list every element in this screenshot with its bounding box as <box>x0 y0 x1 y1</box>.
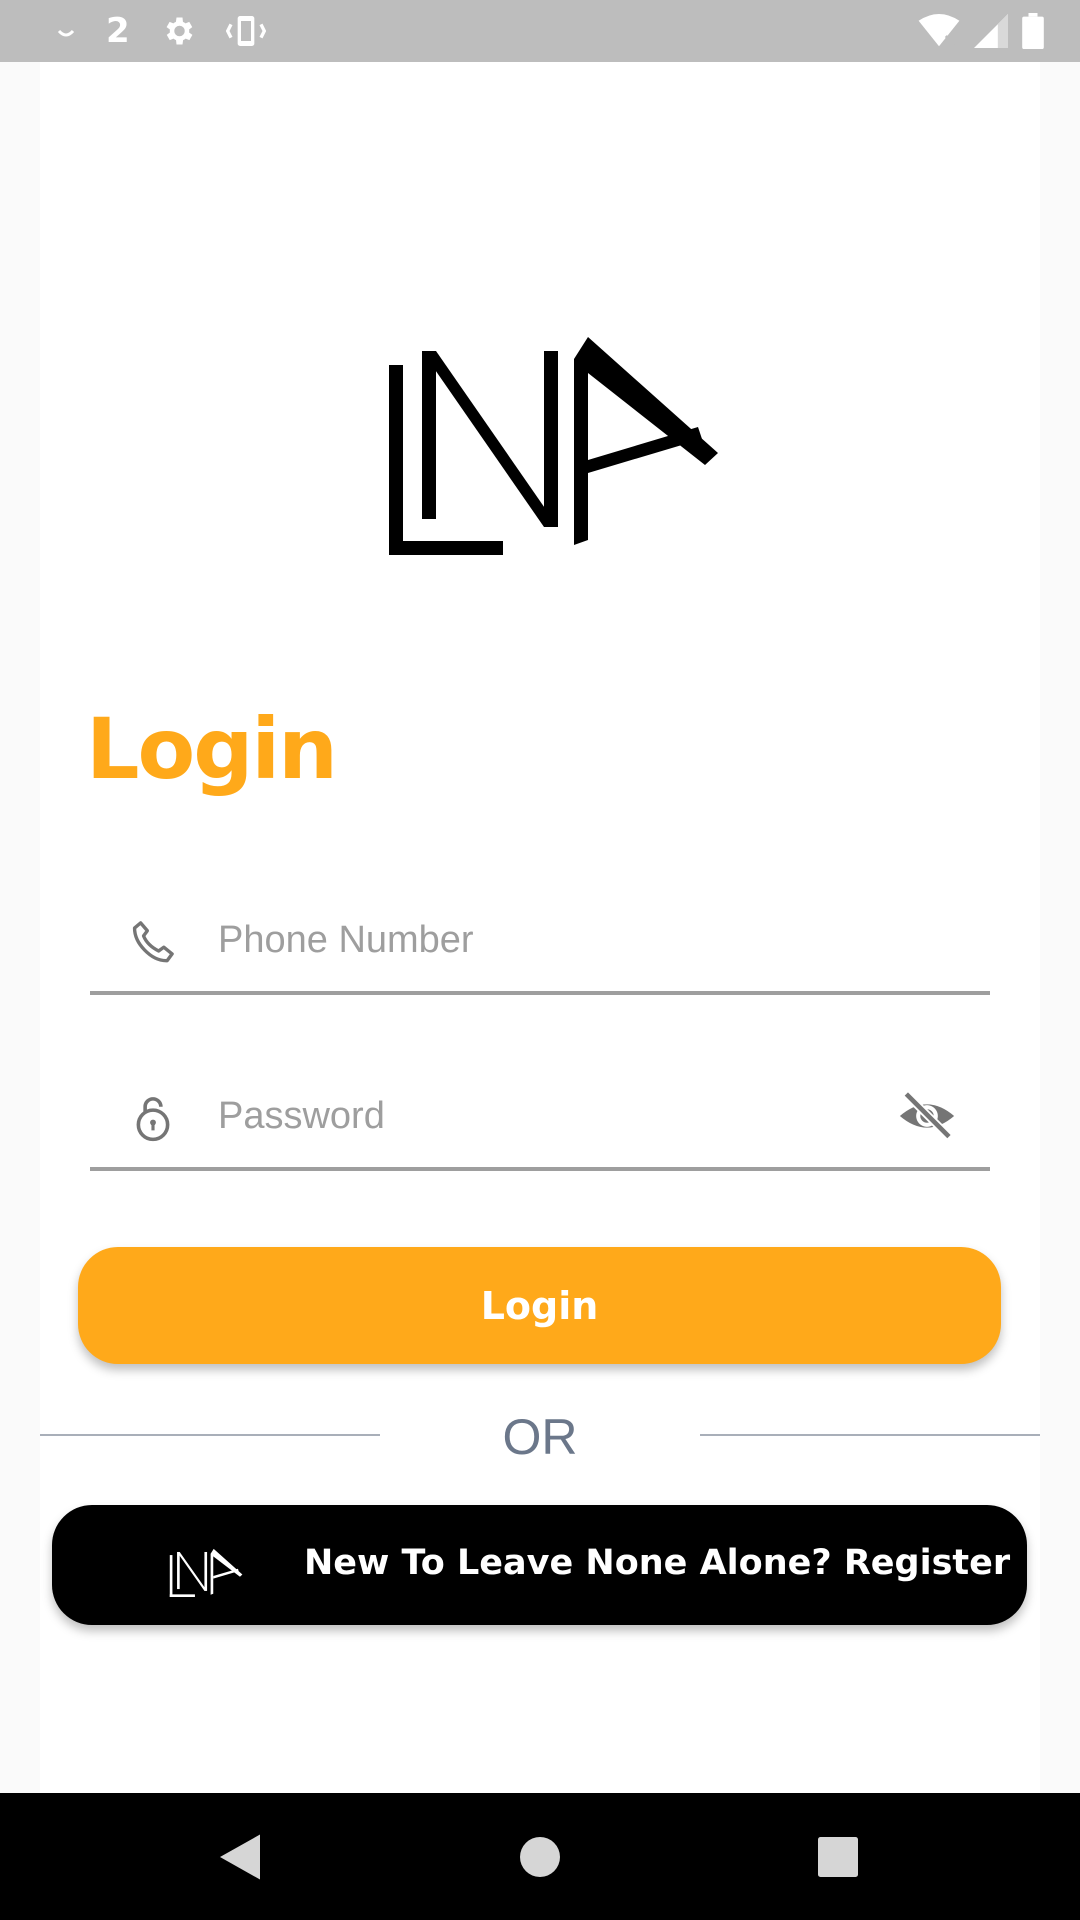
register-logo <box>169 1548 243 1597</box>
login-button[interactable]: Login <box>78 1247 1001 1364</box>
password-input[interactable] <box>216 1081 816 1151</box>
notification-count: 2 <box>106 11 130 51</box>
status-right <box>918 13 1080 49</box>
or-divider-text: OR <box>502 1409 578 1465</box>
signal-icon <box>974 14 1008 48</box>
divider-left <box>40 1434 380 1436</box>
battery-icon <box>1022 13 1044 49</box>
phone-input[interactable] <box>216 905 816 975</box>
back-icon[interactable] <box>210 1827 270 1887</box>
phone-icon <box>132 921 174 963</box>
home-icon[interactable] <box>510 1827 570 1887</box>
register-label: New To Leave None Alone? Register <box>304 1543 1011 1583</box>
password-field <box>90 1061 990 1171</box>
gear-icon <box>166 17 193 45</box>
recents-icon[interactable] <box>808 1827 868 1887</box>
lock-open-icon <box>136 1097 170 1142</box>
navigation-bar <box>0 1793 1080 1920</box>
divider-right <box>700 1434 1040 1436</box>
wifi-icon <box>918 14 960 47</box>
status-bar: 2 <box>0 0 1080 62</box>
visibility-off-icon[interactable] <box>896 1085 958 1147</box>
page-title: Login <box>86 700 338 798</box>
vibrate-icon <box>225 16 266 46</box>
status-left: 2 <box>0 11 266 51</box>
app-logo <box>389 337 718 555</box>
download-icon <box>57 29 75 37</box>
phone-field <box>90 885 990 995</box>
register-button[interactable]: New To Leave None Alone? Register <box>52 1505 1027 1625</box>
